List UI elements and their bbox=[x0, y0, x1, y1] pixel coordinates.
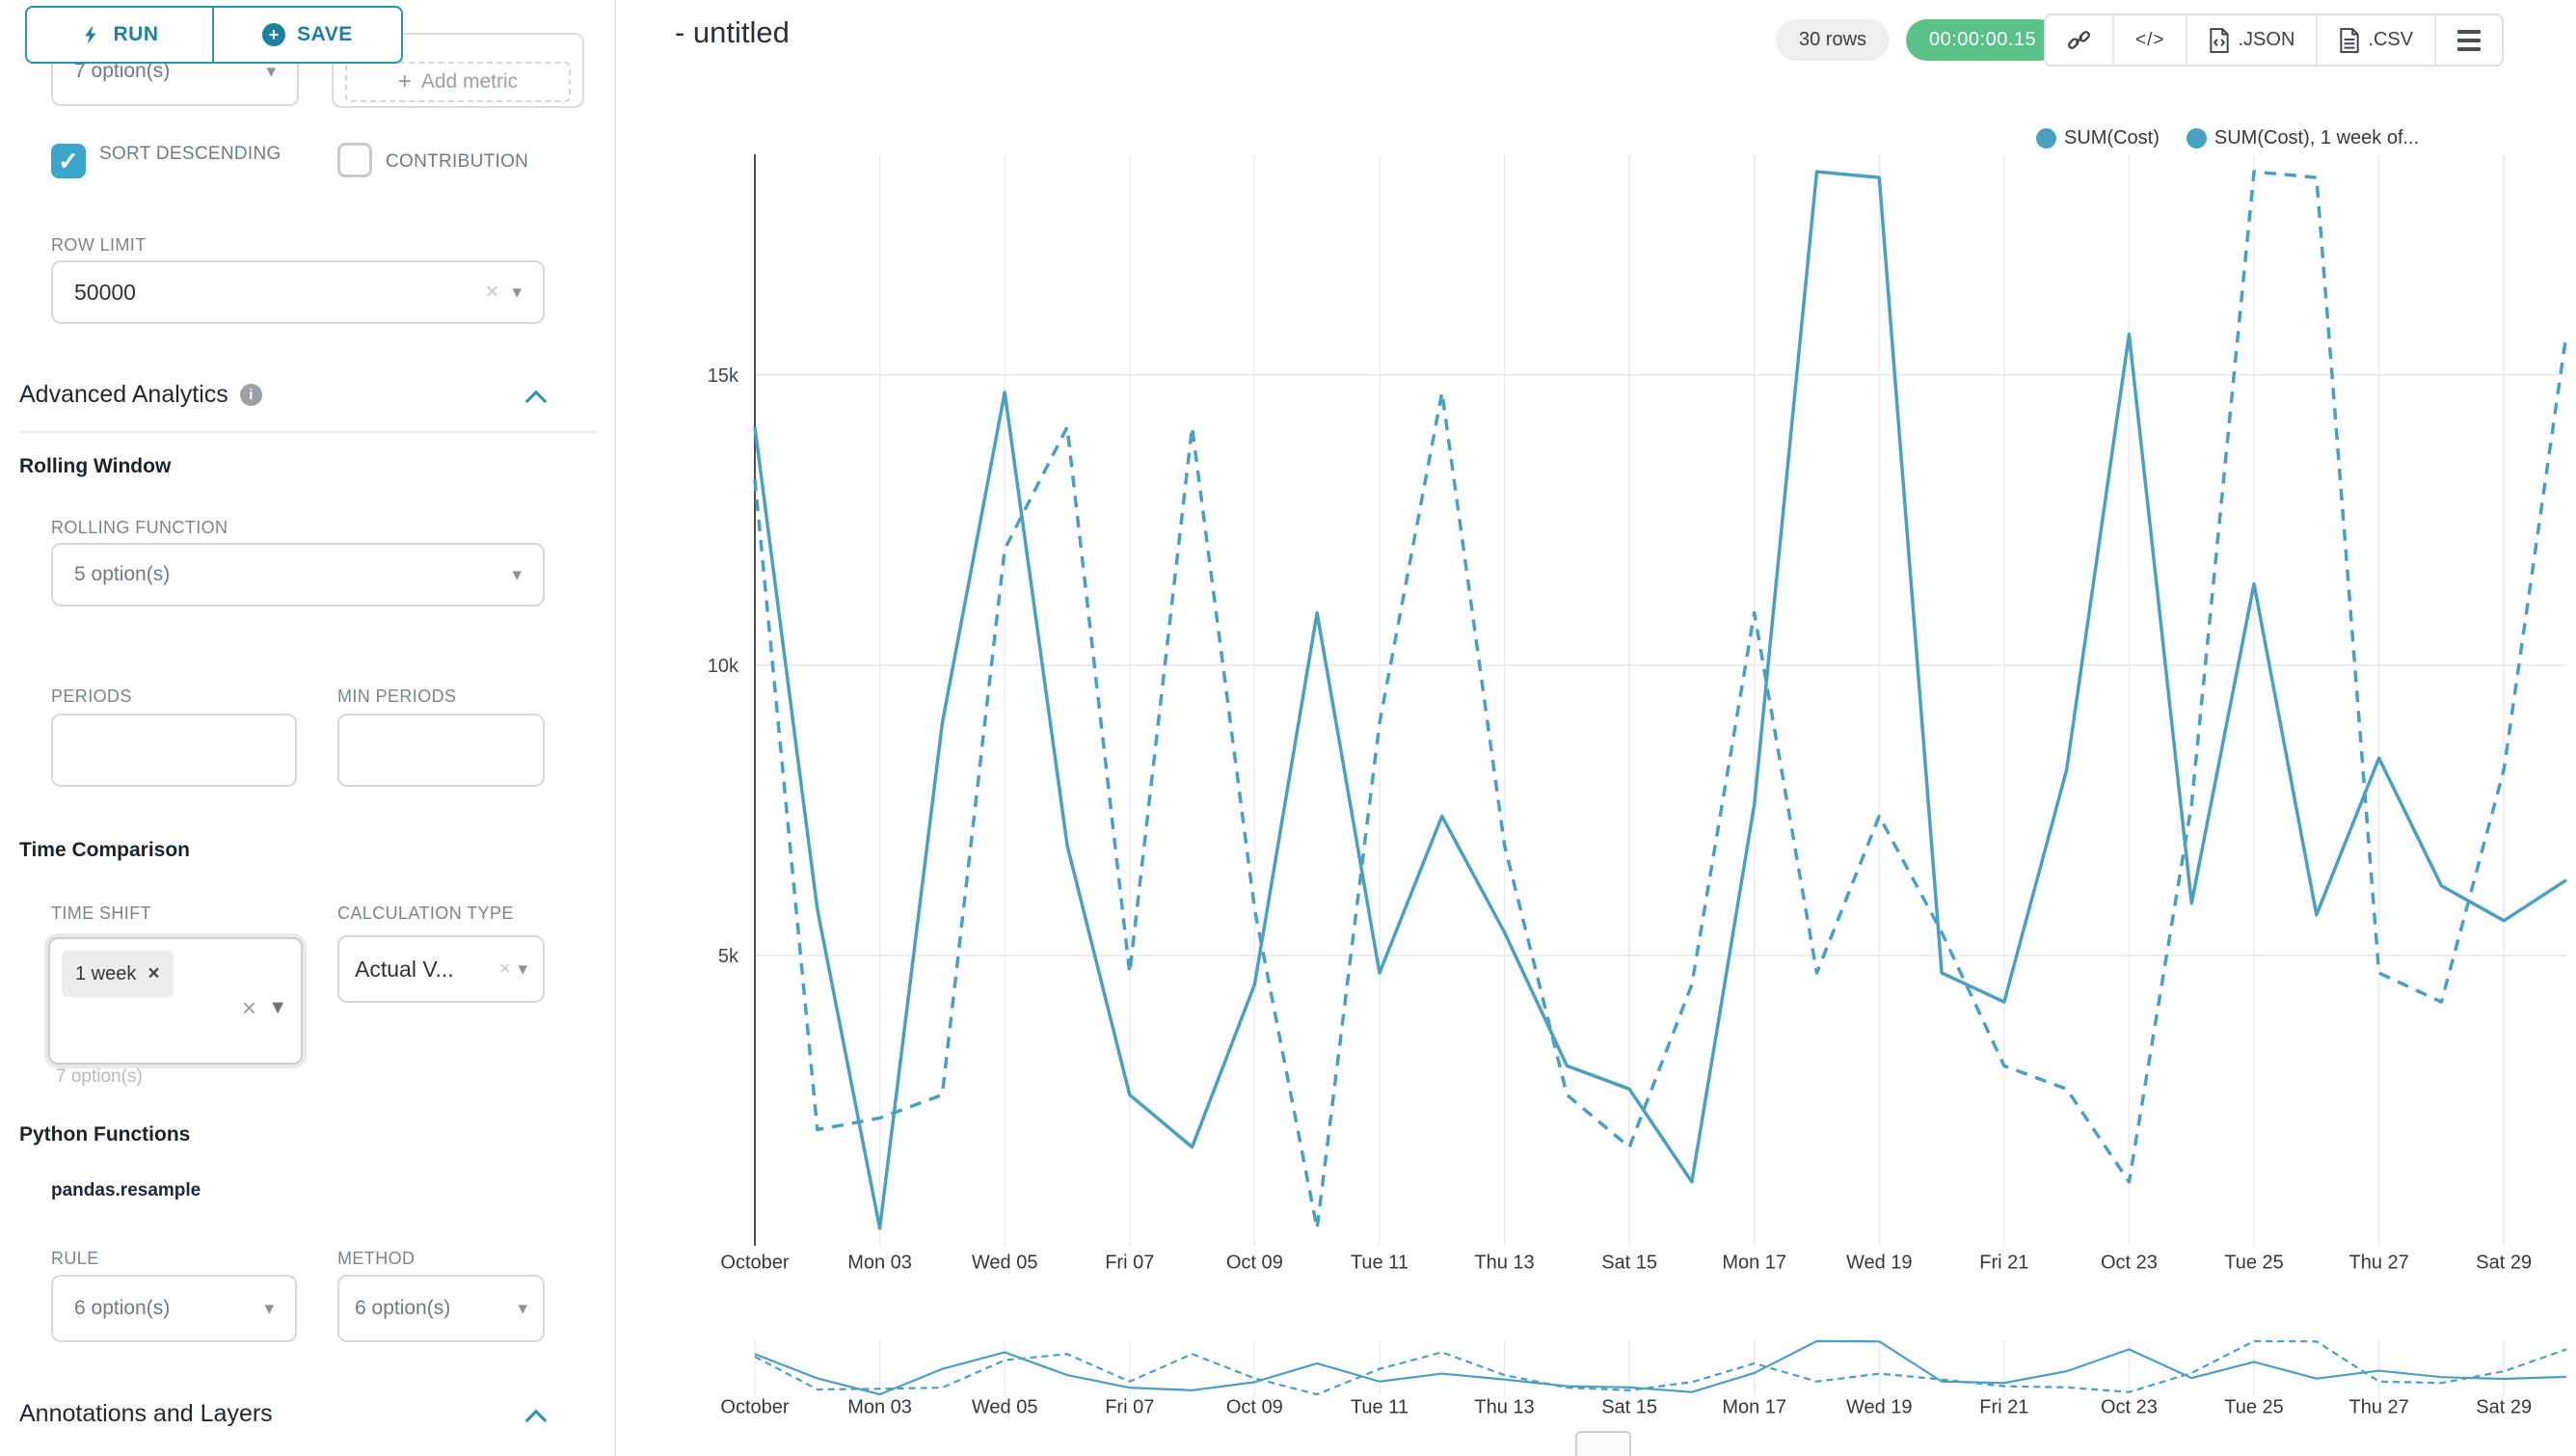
svg-text:Sat 29: Sat 29 bbox=[2476, 1397, 2532, 1418]
svg-text:5k: 5k bbox=[718, 946, 739, 967]
svg-text:Fri 21: Fri 21 bbox=[1979, 1253, 2028, 1274]
svg-text:Tue 25: Tue 25 bbox=[2224, 1397, 2284, 1418]
svg-text:Oct 23: Oct 23 bbox=[2101, 1397, 2158, 1418]
svg-text:Mon 03: Mon 03 bbox=[847, 1253, 912, 1274]
svg-text:10k: 10k bbox=[708, 656, 739, 677]
run-button-label: RUN bbox=[114, 23, 159, 46]
svg-text:Thu 27: Thu 27 bbox=[2348, 1253, 2408, 1274]
svg-text:15k: 15k bbox=[708, 365, 739, 387]
svg-text:Oct 23: Oct 23 bbox=[2101, 1253, 2158, 1274]
svg-text:Fri 07: Fri 07 bbox=[1105, 1253, 1154, 1274]
svg-text:Sat 15: Sat 15 bbox=[1601, 1253, 1657, 1274]
datazoom-handle[interactable] bbox=[1575, 1431, 1631, 1456]
svg-text:Thu 13: Thu 13 bbox=[1474, 1397, 1534, 1418]
svg-text:Oct 09: Oct 09 bbox=[1226, 1253, 1283, 1274]
svg-text:Tue 25: Tue 25 bbox=[2224, 1253, 2284, 1274]
svg-text:Fri 21: Fri 21 bbox=[1979, 1397, 2028, 1418]
save-button[interactable]: + SAVE bbox=[212, 6, 403, 64]
svg-text:Mon 03: Mon 03 bbox=[847, 1397, 912, 1418]
svg-text:Mon 17: Mon 17 bbox=[1722, 1397, 1786, 1418]
svg-text:Tue 11: Tue 11 bbox=[1351, 1397, 1409, 1418]
timeseries-line-chart[interactable]: 5k 10k 15k October October Mon 03 Mon 03 Wed 05… bbox=[0, 0, 2576, 1456]
svg-text:Wed 05: Wed 05 bbox=[972, 1253, 1038, 1274]
svg-text:Mon 17: Mon 17 bbox=[1722, 1253, 1786, 1274]
svg-text:October: October bbox=[720, 1397, 789, 1418]
plus-circle-icon: + bbox=[262, 23, 285, 46]
run-button[interactable]: RUN bbox=[25, 6, 214, 64]
svg-text:Wed 19: Wed 19 bbox=[1846, 1253, 1913, 1274]
lightning-icon bbox=[81, 24, 102, 45]
svg-text:Tue 11: Tue 11 bbox=[1351, 1253, 1409, 1274]
svg-text:Oct 09: Oct 09 bbox=[1226, 1397, 1283, 1418]
svg-text:Sat 15: Sat 15 bbox=[1601, 1397, 1657, 1418]
svg-text:October: October bbox=[720, 1253, 789, 1274]
save-button-label: SAVE bbox=[297, 23, 353, 46]
svg-text:Sat 29: Sat 29 bbox=[2476, 1253, 2532, 1274]
svg-text:Thu 13: Thu 13 bbox=[1474, 1253, 1534, 1274]
svg-text:Fri 07: Fri 07 bbox=[1105, 1397, 1154, 1418]
svg-text:Wed 19: Wed 19 bbox=[1846, 1397, 1913, 1418]
svg-text:Thu 27: Thu 27 bbox=[2348, 1397, 2408, 1418]
svg-text:Wed 05: Wed 05 bbox=[972, 1397, 1038, 1418]
